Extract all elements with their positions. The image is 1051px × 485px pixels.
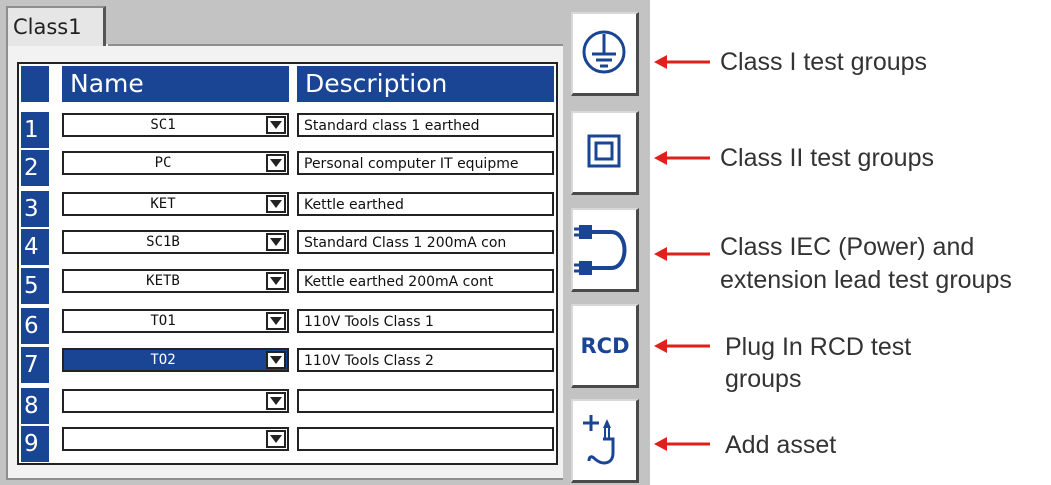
class2-button[interactable] <box>571 111 639 195</box>
tab-class1[interactable]: Class1 <box>6 6 106 46</box>
name-select[interactable]: TO1 <box>62 309 289 333</box>
description-field[interactable]: 110V Tools Class 1 <box>297 309 554 333</box>
rcd-button[interactable]: RCD <box>571 304 639 388</box>
tab-label: Class1 <box>13 15 82 39</box>
dropdown-arrow-icon[interactable] <box>266 312 286 330</box>
description-field[interactable] <box>297 389 554 413</box>
row-number[interactable]: 2 <box>21 150 49 186</box>
row-number[interactable]: 4 <box>21 229 49 265</box>
callout-add-asset: Add asset <box>725 431 837 459</box>
callout-rcd-line2: groups <box>725 365 802 393</box>
dropdown-arrow-icon[interactable] <box>266 195 286 213</box>
description-value: 110V Tools Class 2 <box>304 353 434 369</box>
name-value: TO2 <box>150 352 176 368</box>
description-value: Standard Class 1 200mA con <box>304 235 507 251</box>
description-field[interactable] <box>297 427 554 451</box>
tab-underline <box>108 44 563 46</box>
name-select[interactable]: KETB <box>62 269 289 293</box>
iec-extension-button[interactable] <box>571 208 639 292</box>
header-name: Name <box>62 66 289 102</box>
dropdown-arrow-icon[interactable] <box>266 392 286 410</box>
dropdown-arrow-icon[interactable] <box>266 233 286 251</box>
row-number[interactable]: 1 <box>21 112 49 148</box>
header-corner <box>21 66 49 102</box>
description-field[interactable]: Personal computer IT equipme <box>297 151 554 175</box>
header-description: Description <box>297 66 554 102</box>
callout-class2: Class II test groups <box>720 144 934 172</box>
iec-lead-icon <box>574 225 627 275</box>
name-select[interactable]: KET <box>62 192 289 216</box>
description-value: Kettle earthed 200mA cont <box>304 274 494 290</box>
add-asset-button[interactable] <box>571 399 639 483</box>
dropdown-arrow-icon[interactable] <box>266 351 286 369</box>
row-number[interactable]: 8 <box>21 388 49 424</box>
dropdown-arrow-icon[interactable] <box>266 430 286 448</box>
description-field[interactable]: Kettle earthed 200mA cont <box>297 269 554 293</box>
description-value: Kettle earthed <box>304 197 404 213</box>
name-select[interactable] <box>62 389 289 413</box>
dropdown-arrow-icon[interactable] <box>266 116 286 134</box>
dropdown-arrow-icon[interactable] <box>266 154 286 172</box>
callout-class1: Class I test groups <box>720 48 928 76</box>
description-field[interactable]: Kettle earthed <box>297 192 554 216</box>
arrow-left-icon <box>654 247 710 261</box>
arrow-left-icon <box>654 151 710 165</box>
description-value: Standard class 1 earthed <box>304 118 480 134</box>
class1-button[interactable] <box>571 12 639 96</box>
name-value: KET <box>150 196 176 212</box>
name-select[interactable]: SC1 <box>62 113 289 137</box>
description-value: Personal computer IT equipme <box>304 156 519 172</box>
name-value: PC <box>154 155 172 171</box>
callout-rcd-line1: Plug In RCD test <box>725 333 912 361</box>
row-number[interactable]: 6 <box>21 308 49 344</box>
name-value: TO1 <box>150 313 176 329</box>
name-select[interactable] <box>62 427 289 451</box>
name-value: KETB <box>146 273 180 289</box>
callout-iec-line1: Class IEC (Power) and <box>720 233 975 261</box>
arrow-left-icon <box>654 55 710 69</box>
name-select[interactable]: SC1B <box>62 230 289 254</box>
description-value: 110V Tools Class 1 <box>304 314 434 330</box>
row-number[interactable]: 3 <box>21 191 49 227</box>
double-square-icon <box>587 134 621 168</box>
rcd-icon: RCD <box>580 334 630 358</box>
name-value <box>64 429 262 449</box>
name-value <box>64 391 262 411</box>
arrow-left-icon <box>654 339 710 353</box>
earth-ground-icon <box>582 30 626 74</box>
callout-iec-line2: extension lead test groups <box>720 266 1012 294</box>
name-value: SC1 <box>150 117 176 133</box>
name-select[interactable]: TO2 <box>62 348 289 372</box>
row-number[interactable]: 7 <box>21 347 49 383</box>
description-field[interactable]: Standard Class 1 200mA con <box>297 230 554 254</box>
name-select[interactable]: PC <box>62 151 289 175</box>
row-number[interactable]: 9 <box>21 426 49 462</box>
device-screen: Class1 Name Description 1 SC1 Standard c… <box>0 0 650 485</box>
arrow-left-icon <box>654 437 710 451</box>
row-number[interactable]: 5 <box>21 268 49 304</box>
dropdown-arrow-icon[interactable] <box>266 272 286 290</box>
add-asset-icon <box>583 415 615 465</box>
description-field[interactable]: Standard class 1 earthed <box>297 113 554 137</box>
name-value: SC1B <box>146 234 180 250</box>
description-field[interactable]: 110V Tools Class 2 <box>297 348 554 372</box>
